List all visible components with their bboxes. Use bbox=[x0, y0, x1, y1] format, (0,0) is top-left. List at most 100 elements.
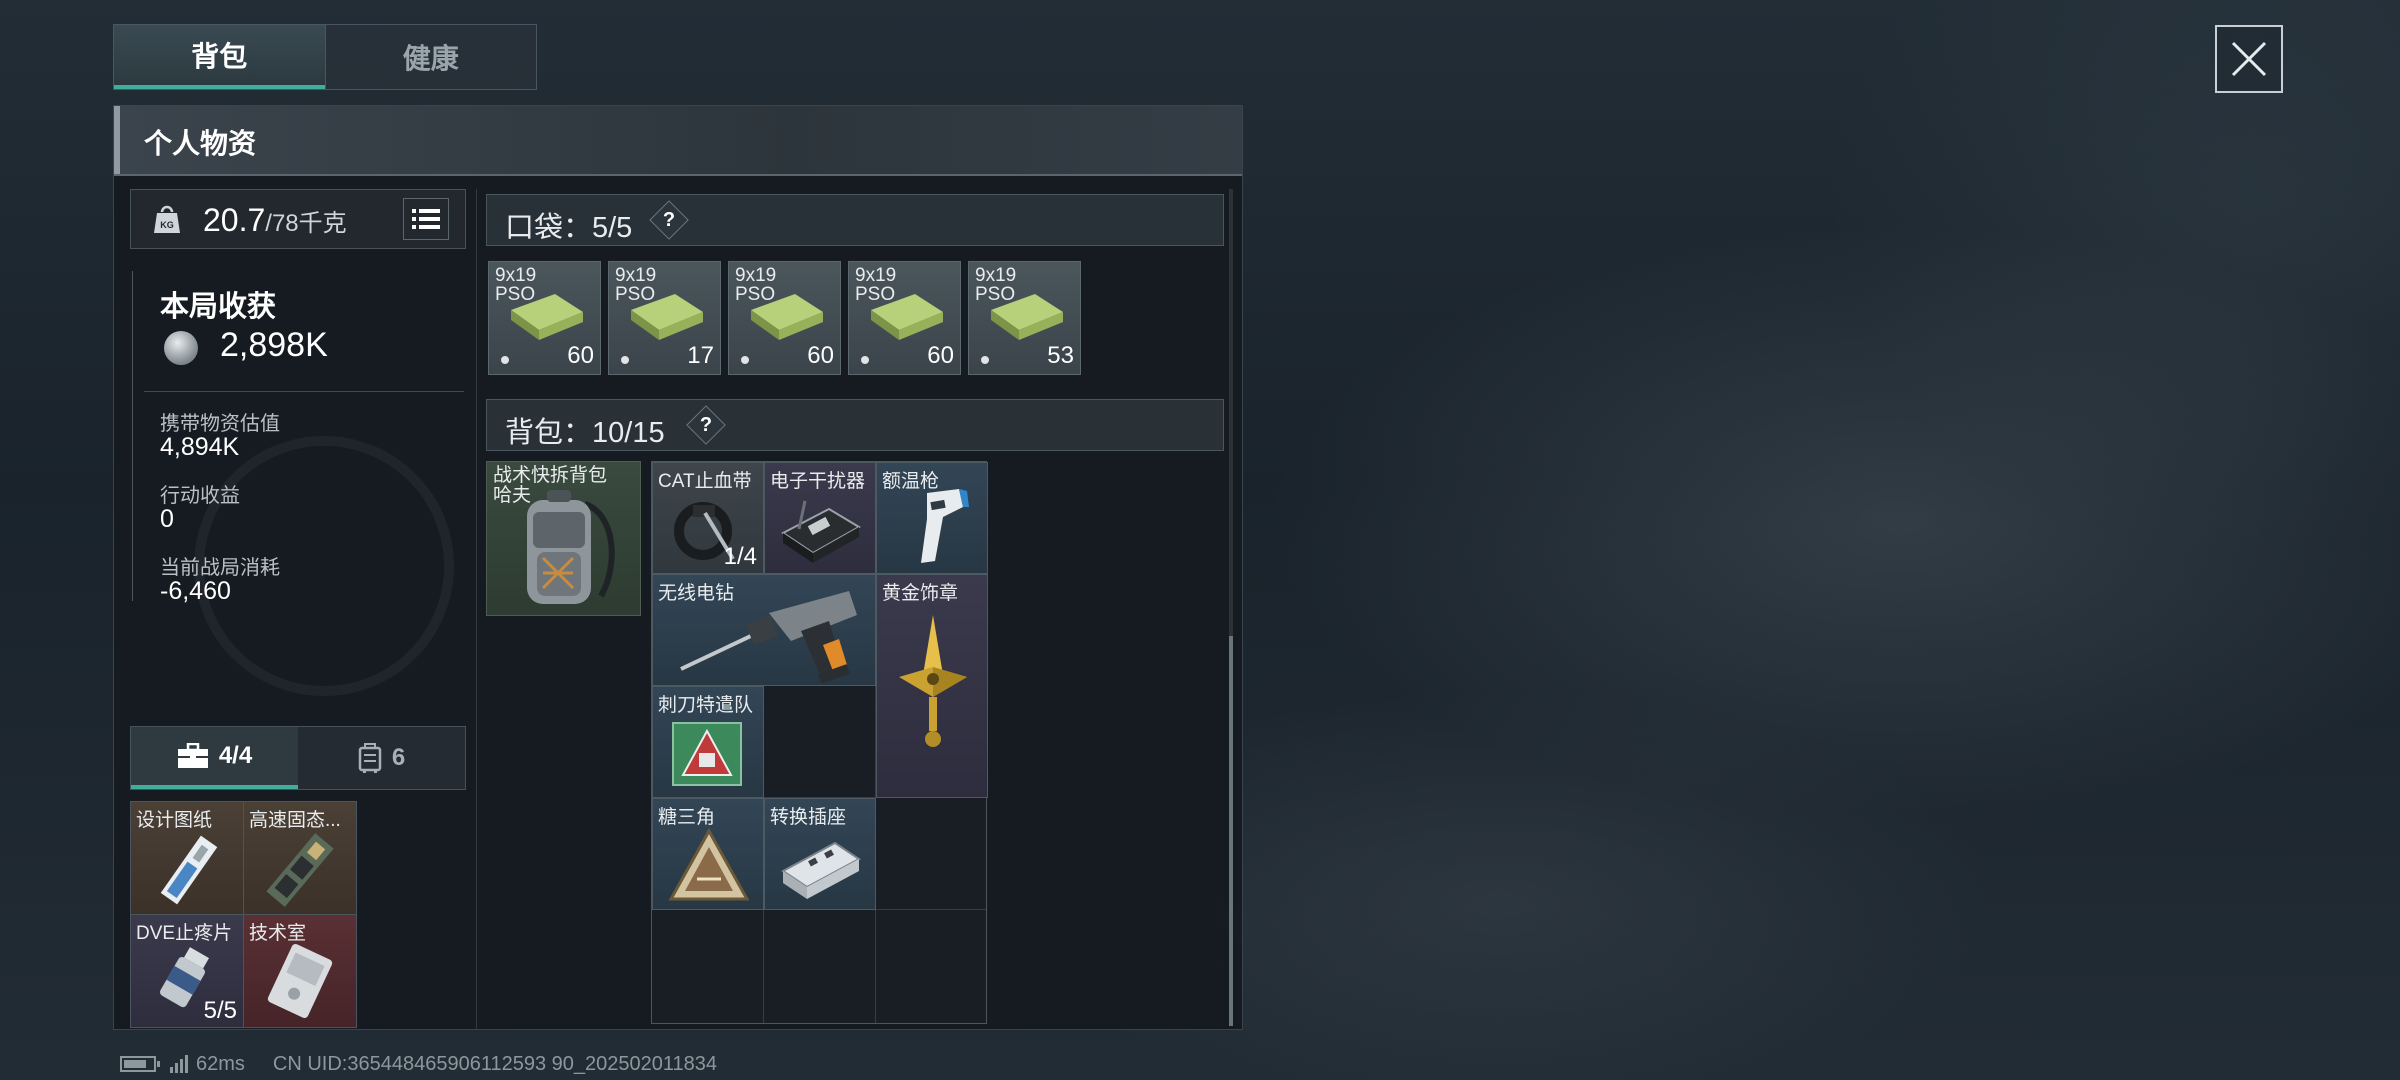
item-name: 技术室 bbox=[249, 923, 307, 944]
tab-case[interactable]: 6 bbox=[298, 727, 465, 789]
item-name: 转换插座 bbox=[770, 807, 847, 828]
ammo-count: 60 bbox=[807, 342, 834, 369]
stat-label-carried-value: 携带物资估值 bbox=[160, 413, 280, 435]
tab-health[interactable]: 健康 bbox=[324, 25, 537, 89]
bag-item-power-strip[interactable]: 转换插座 bbox=[764, 798, 876, 910]
ammo-name: 9x19 PSO bbox=[495, 265, 537, 305]
gold-badge-icon bbox=[899, 615, 967, 747]
ammo-count: 60 bbox=[567, 342, 594, 369]
pocket-header: 口袋：5/5 ? bbox=[486, 194, 1224, 246]
harvest-value: 2,898K bbox=[220, 326, 328, 364]
help-icon-glyph: ? bbox=[662, 209, 676, 231]
tab-backpack[interactable]: 背包 bbox=[114, 25, 325, 89]
bag-item-patch[interactable]: 刺刀特遣队 bbox=[652, 686, 764, 798]
item-name: 战术快拆背包 哈夫 bbox=[493, 465, 608, 506]
weight-max: /78千克 bbox=[265, 210, 347, 237]
pocket-slot-4[interactable]: 9x19 PSO 60 bbox=[848, 261, 961, 375]
item-name: CAT止血带 bbox=[658, 471, 752, 492]
signal-icon bbox=[170, 1055, 188, 1073]
pocket-slot-2[interactable]: 9x19 PSO 17 bbox=[608, 261, 721, 375]
thermometer-gun-icon bbox=[921, 489, 969, 563]
ammo-dot bbox=[501, 356, 509, 364]
inventory-panel: 个人物资 KG 20.7/78千克 本局收获 2,898K 携带物资估值 4,8… bbox=[113, 105, 1243, 1030]
top-tab-bar: 背包 健康 bbox=[113, 24, 537, 90]
help-icon[interactable]: ? bbox=[649, 200, 689, 240]
panel-header: 个人物资 bbox=[114, 106, 1242, 176]
weight-box: KG 20.7/78千克 bbox=[130, 189, 466, 249]
pocket-slot-1[interactable]: 9x19 PSO 60 bbox=[488, 261, 601, 375]
patch-icon bbox=[672, 722, 742, 786]
equipped-backpack[interactable]: 战术快拆背包 哈夫 bbox=[486, 461, 641, 616]
status-bar: 62ms CN UID:365448465906112593 90_202502… bbox=[120, 1052, 717, 1076]
ssd-icon bbox=[266, 833, 334, 907]
weight-value: 20.7/78千克 bbox=[203, 202, 347, 239]
harvest-summary: 本局收获 2,898K 携带物资估值 4,894K 行动收益 0 当前战局消耗 … bbox=[130, 271, 466, 605]
ammo-name: 9x19 PSO bbox=[855, 265, 897, 305]
pocket-slot-5[interactable]: 9x19 PSO 53 bbox=[968, 261, 1081, 375]
toolbox-icon bbox=[177, 743, 208, 768]
backpack-label: 背包：10/15 bbox=[505, 417, 665, 449]
blueprint-card-icon bbox=[160, 835, 218, 905]
stat-label-match-cost: 当前战局消耗 bbox=[160, 557, 280, 579]
item-name: 额温枪 bbox=[882, 471, 940, 492]
item-name: 糖三角 bbox=[658, 807, 716, 828]
close-button[interactable] bbox=[2215, 25, 2283, 93]
item-count: 5/5 bbox=[203, 997, 237, 1024]
pocket-slot-3[interactable]: 9x19 PSO 60 bbox=[728, 261, 841, 375]
ammo-dot bbox=[861, 356, 869, 364]
keycard-icon bbox=[267, 944, 333, 1018]
weight-icon: KG bbox=[154, 205, 180, 233]
case-count: 6 bbox=[391, 744, 406, 771]
item-count: 1/4 bbox=[723, 543, 757, 570]
ammo-name: 9x19 PSO bbox=[735, 265, 777, 305]
secure-item-blueprint[interactable]: 设计图纸 bbox=[131, 802, 243, 914]
help-icon-glyph: ? bbox=[699, 414, 713, 436]
stat-label-action-income: 行动收益 bbox=[160, 485, 240, 507]
backpack-grid: CAT止血带 1/4 电子干扰器 额温枪 无线电钻 黄金饰章 刺刀特遣队 糖三角… bbox=[651, 461, 988, 1024]
scrollbar-thumb[interactable] bbox=[1229, 636, 1233, 1026]
bag-item-jammer[interactable]: 电子干扰器 bbox=[764, 462, 876, 574]
item-name: 无线电钻 bbox=[658, 583, 735, 604]
uid-text: CN UID:365448465906112593 90_20250201183… bbox=[272, 1052, 717, 1075]
ammo-count: 17 bbox=[687, 342, 714, 369]
bag-item-gold-badge[interactable]: 黄金饰章 bbox=[876, 574, 988, 798]
triangle-icon bbox=[668, 827, 750, 901]
secure-container-tabs: 4/4 6 bbox=[130, 726, 466, 790]
ping-text: 62ms bbox=[196, 1052, 245, 1075]
item-name: DVE止疼片 bbox=[136, 923, 233, 944]
tab-toolbox[interactable]: 4/4 bbox=[131, 727, 298, 789]
item-name: 设计图纸 bbox=[136, 810, 213, 831]
secure-item-ssd[interactable]: 高速固态... bbox=[244, 802, 356, 914]
harvest-divider bbox=[132, 271, 133, 601]
secure-item-grid: 设计图纸 高速固态... DVE止疼片 5/5 技术室 bbox=[130, 801, 357, 1028]
harvest-title: 本局收获 bbox=[160, 291, 277, 323]
ammo-count: 60 bbox=[927, 342, 954, 369]
item-name: 电子干扰器 bbox=[770, 471, 866, 492]
ammo-dot bbox=[741, 356, 749, 364]
svg-text:KG: KG bbox=[160, 220, 174, 230]
panel-title: 个人物资 bbox=[144, 128, 257, 159]
secure-item-painkiller[interactable]: DVE止疼片 5/5 bbox=[131, 915, 243, 1027]
bag-item-tourniquet[interactable]: CAT止血带 1/4 bbox=[652, 462, 764, 574]
battery-icon bbox=[120, 1056, 160, 1072]
help-icon[interactable]: ? bbox=[686, 405, 726, 445]
list-view-button[interactable] bbox=[403, 198, 449, 240]
bag-item-drill[interactable]: 无线电钻 bbox=[652, 574, 876, 686]
item-name: 刺刀特遣队 bbox=[658, 695, 754, 716]
list-icon bbox=[412, 209, 440, 229]
bag-item-thermometer-gun[interactable]: 额温枪 bbox=[876, 462, 988, 574]
coin-icon bbox=[164, 331, 198, 365]
item-name: 黄金饰章 bbox=[882, 583, 959, 604]
ammo-dot bbox=[981, 356, 989, 364]
stat-value-carried-value: 4,894K bbox=[160, 433, 240, 461]
pocket-label: 口袋：5/5 bbox=[505, 212, 633, 244]
ammo-count: 53 bbox=[1047, 342, 1074, 369]
bag-item-sugar-triangle[interactable]: 糖三角 bbox=[652, 798, 764, 910]
column-divider bbox=[476, 189, 477, 1029]
item-name: 高速固态... bbox=[249, 810, 341, 831]
secure-item-tech-room-key[interactable]: 技术室 bbox=[244, 915, 356, 1027]
stat-value-match-cost: -6,460 bbox=[160, 577, 231, 605]
stat-value-action-income: 0 bbox=[160, 505, 174, 533]
ammo-name: 9x19 PSO bbox=[615, 265, 657, 305]
case-icon bbox=[358, 743, 382, 773]
